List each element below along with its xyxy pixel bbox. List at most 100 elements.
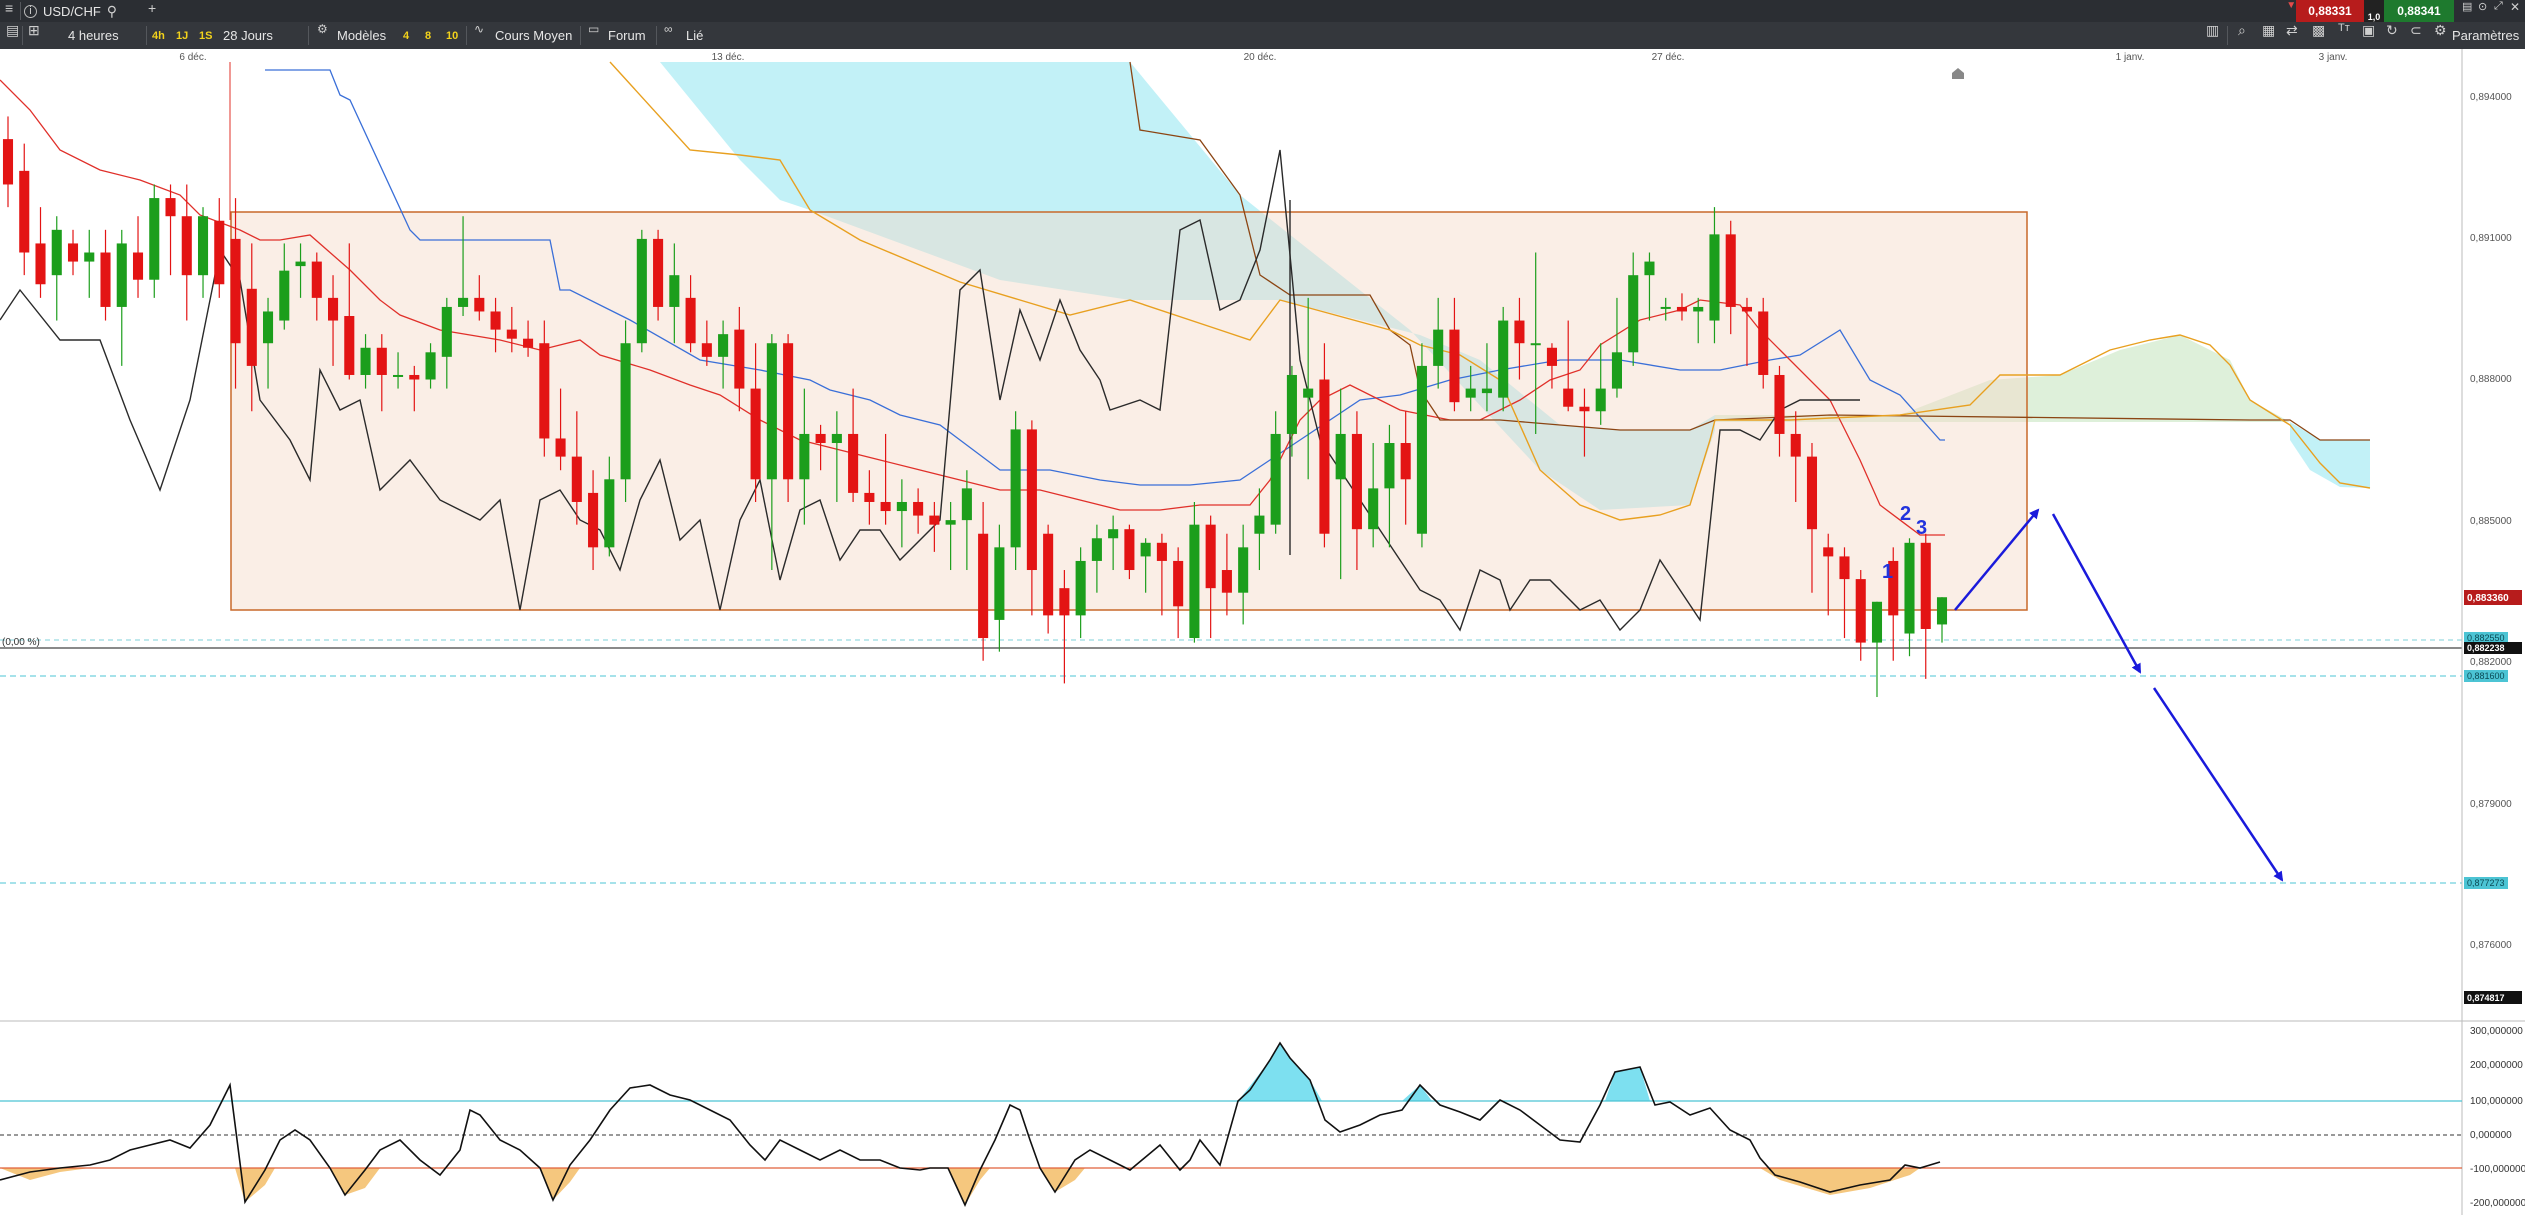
- candle-body[interactable]: [1758, 311, 1769, 375]
- candle-body[interactable]: [1628, 275, 1639, 353]
- candle-body[interactable]: [815, 433, 826, 444]
- candle-body[interactable]: [750, 388, 761, 480]
- candle-body[interactable]: [1124, 529, 1135, 571]
- candle-body[interactable]: [425, 352, 436, 380]
- candle-body[interactable]: [1498, 320, 1509, 398]
- compare-icon[interactable]: ⇄: [2286, 22, 2298, 49]
- candle-body[interactable]: [1871, 601, 1883, 643]
- candle-body[interactable]: [945, 520, 956, 525]
- settings-button[interactable]: Paramètres: [2452, 22, 2519, 49]
- candle-body[interactable]: [1725, 234, 1736, 307]
- candle-body[interactable]: [1563, 388, 1574, 407]
- candle-body[interactable]: [1140, 542, 1151, 557]
- candle-body[interactable]: [1465, 388, 1476, 398]
- candle-body[interactable]: [1091, 538, 1102, 561]
- window-list-icon[interactable]: ▤: [2462, 0, 2472, 22]
- candle-body[interactable]: [1709, 234, 1720, 321]
- candle-body[interactable]: [523, 338, 534, 348]
- candle-body[interactable]: [1189, 524, 1200, 639]
- candle-body[interactable]: [783, 343, 794, 480]
- candle-body[interactable]: [604, 479, 615, 548]
- search-icon[interactable]: ⚲: [107, 3, 117, 20]
- candle-body[interactable]: [1384, 443, 1395, 489]
- candle-body[interactable]: [1579, 406, 1590, 412]
- model-count-10[interactable]: 10: [446, 22, 458, 49]
- candle-body[interactable]: [1335, 433, 1346, 480]
- candle-body[interactable]: [490, 311, 501, 330]
- candle-body[interactable]: [685, 297, 696, 344]
- candle-body[interactable]: [1319, 379, 1330, 534]
- candle-body[interactable]: [880, 501, 891, 512]
- candle-body[interactable]: [1920, 542, 1931, 629]
- candle-body[interactable]: [1676, 306, 1688, 312]
- candle-body[interactable]: [262, 311, 274, 344]
- candle-body[interactable]: [1936, 597, 1948, 625]
- add-tab-icon[interactable]: +: [148, 0, 156, 22]
- candle-body[interactable]: [1238, 547, 1249, 593]
- refresh-icon[interactable]: ↻: [2386, 22, 2398, 49]
- candle-body[interactable]: [1790, 433, 1801, 457]
- candle-body[interactable]: [2, 139, 14, 185]
- candle-body[interactable]: [1644, 261, 1655, 276]
- average-button[interactable]: Cours Moyen: [495, 22, 572, 49]
- candle-body[interactable]: [1173, 560, 1184, 607]
- candle-body[interactable]: [197, 216, 209, 276]
- candle-body[interactable]: [165, 198, 176, 217]
- chart-area[interactable]: 1 2 3 6 déc. 13 déc. 20 déc. 27 déc. 1 j…: [0, 49, 2525, 1215]
- models-button[interactable]: Modèles: [337, 22, 386, 49]
- grid-icon[interactable]: ▦: [2262, 22, 2275, 49]
- candle-body[interactable]: [913, 501, 924, 516]
- lot-size[interactable]: 1,0: [2364, 0, 2384, 22]
- candle-body[interactable]: [1741, 306, 1753, 312]
- candle-body[interactable]: [636, 238, 647, 344]
- candle-body[interactable]: [279, 270, 290, 321]
- bid-price[interactable]: 0,88331: [2296, 0, 2364, 22]
- quick-frame-1s[interactable]: 1S: [199, 22, 212, 49]
- candle-body[interactable]: [1270, 433, 1281, 525]
- candle-body[interactable]: [458, 297, 469, 307]
- quick-frame-1j[interactable]: 1J: [176, 22, 188, 49]
- candle-body[interactable]: [1595, 388, 1606, 412]
- candle-body[interactable]: [1693, 306, 1704, 312]
- candle-body[interactable]: [328, 297, 339, 321]
- candle-body[interactable]: [653, 238, 664, 307]
- candle-body[interactable]: [1774, 374, 1785, 434]
- pin-icon[interactable]: ⊙: [2478, 0, 2487, 22]
- candle-body[interactable]: [344, 316, 355, 375]
- candle-body[interactable]: [246, 288, 257, 366]
- candle-body[interactable]: [132, 252, 144, 280]
- candle-body[interactable]: [1530, 343, 1541, 346]
- candle-body[interactable]: [67, 243, 79, 262]
- candle-body[interactable]: [555, 438, 566, 457]
- range-select[interactable]: 28 Jours: [223, 22, 273, 49]
- candle-body[interactable]: [701, 343, 712, 357]
- candle-body[interactable]: [1303, 388, 1314, 398]
- candle-body[interactable]: [1660, 306, 1671, 309]
- candle-body[interactable]: [831, 433, 842, 444]
- candle-body[interactable]: [100, 252, 111, 307]
- candle-body[interactable]: [1611, 352, 1622, 389]
- candle-body[interactable]: [1368, 488, 1379, 530]
- candle-body[interactable]: [718, 334, 729, 357]
- candle-body[interactable]: [230, 238, 241, 344]
- candle-body[interactable]: [35, 243, 46, 285]
- candle-body[interactable]: [1010, 429, 1021, 548]
- candle-body[interactable]: [149, 198, 160, 280]
- candle-body[interactable]: [1156, 542, 1167, 561]
- candle-body[interactable]: [19, 170, 30, 253]
- candle-body[interactable]: [1205, 524, 1216, 589]
- zoom-icon[interactable]: ⌕: [2238, 22, 2246, 49]
- forum-button[interactable]: Forum: [608, 22, 646, 49]
- candle-body[interactable]: [1823, 547, 1834, 557]
- candle-body[interactable]: [1400, 443, 1411, 480]
- candle-body[interactable]: [1449, 329, 1460, 403]
- candle-body[interactable]: [1254, 515, 1265, 534]
- layout-icon[interactable]: ⊞: [28, 22, 40, 49]
- model-count-4[interactable]: 4: [403, 22, 409, 49]
- candle-body[interactable]: [1839, 556, 1850, 580]
- candle-body[interactable]: [766, 343, 777, 480]
- candle-body[interactable]: [669, 275, 680, 307]
- candle-body[interactable]: [1286, 374, 1297, 434]
- candle-body[interactable]: [1043, 533, 1054, 616]
- menu-icon[interactable]: ≡: [5, 0, 13, 22]
